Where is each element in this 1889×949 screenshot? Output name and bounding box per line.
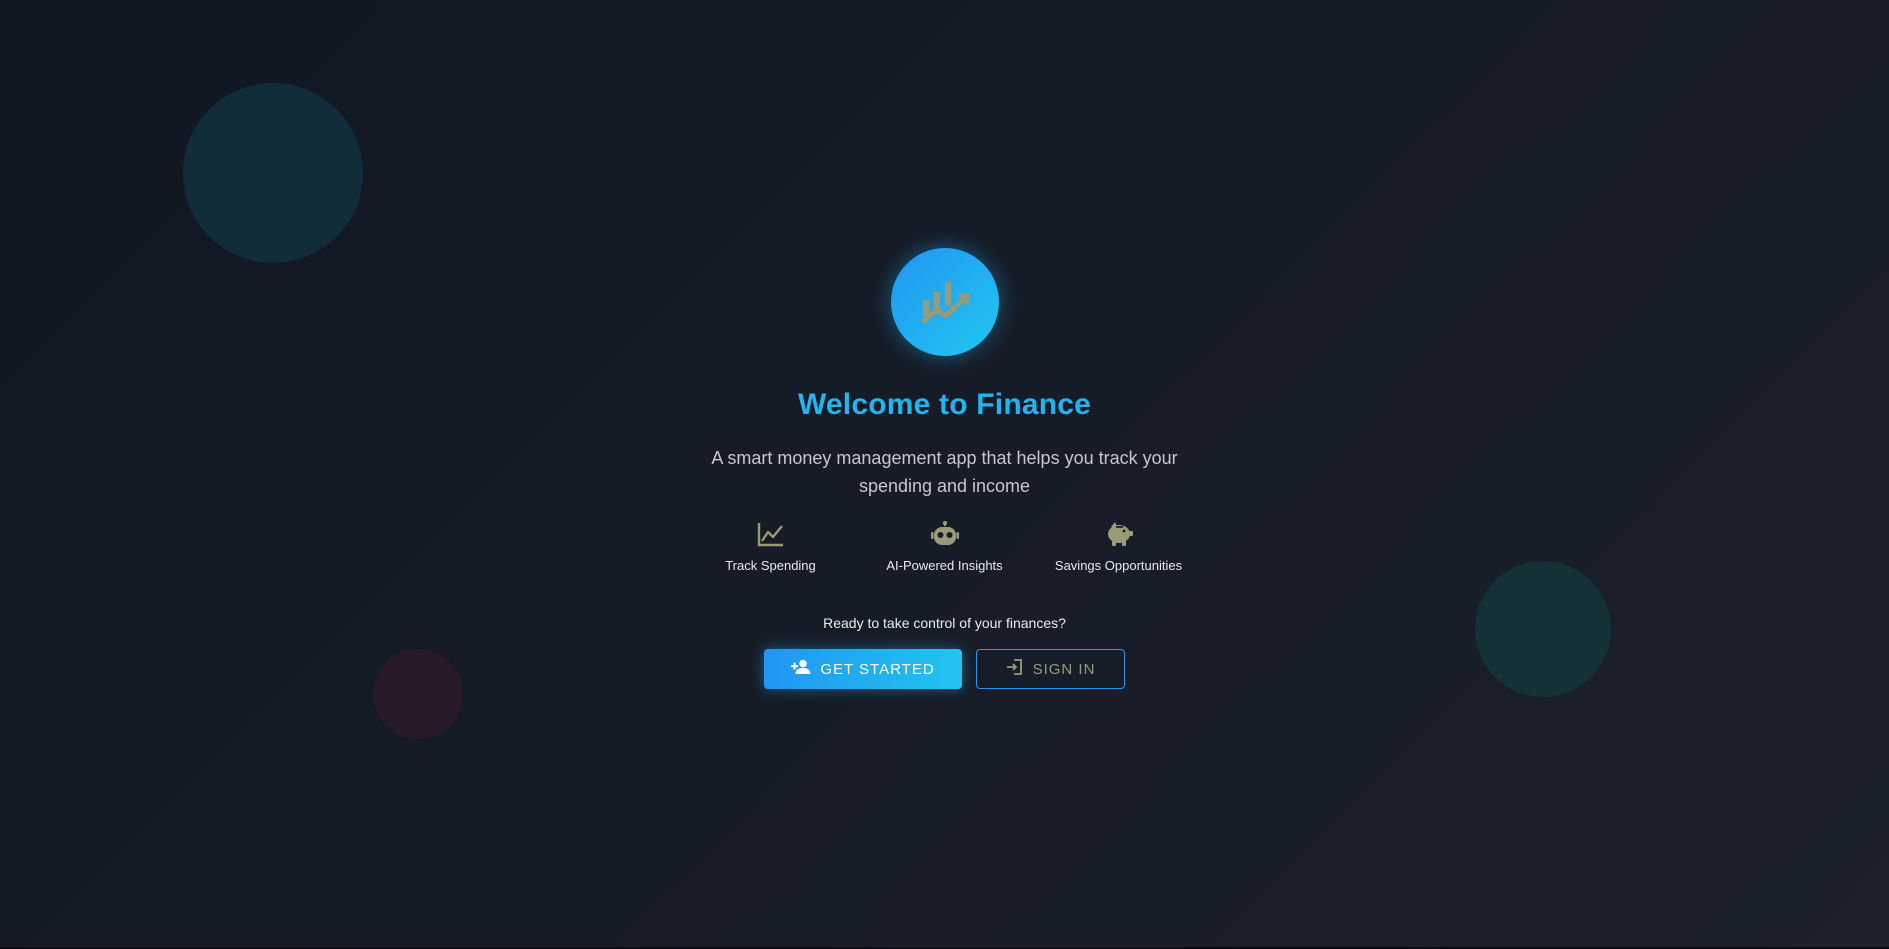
app-logo <box>890 248 999 356</box>
feature-savings: Savings Opportunities <box>1032 520 1206 573</box>
feature-ai-insights: AI-Powered Insights <box>858 520 1032 573</box>
finance-chart-logo-icon <box>920 282 969 324</box>
person-add-icon <box>791 659 811 679</box>
feature-track-spending: Track Spending <box>684 520 858 573</box>
feature-label: Track Spending <box>725 558 816 573</box>
page-subtitle: A smart money management app that helps … <box>711 448 1178 496</box>
robot-icon <box>930 520 959 548</box>
decorative-orb-teal-large <box>183 83 363 263</box>
sign-in-button[interactable]: SIGN IN <box>976 649 1125 689</box>
welcome-panel: Welcome to Finance A smart money managem… <box>0 248 1889 689</box>
feature-list: Track Spending AI-Powered Insights Savin… <box>684 520 1206 573</box>
sign-in-label: SIGN IN <box>1032 660 1096 678</box>
feature-label: AI-Powered Insights <box>886 558 1003 573</box>
piggy-bank-icon <box>1105 520 1133 548</box>
login-icon <box>1006 658 1024 680</box>
cta-prompt: Ready to take control of your finances? <box>823 615 1066 631</box>
line-chart-icon <box>757 520 785 548</box>
get-started-button[interactable]: GET STARTED <box>764 649 962 689</box>
cta-buttons: GET STARTED SIGN IN <box>764 649 1125 689</box>
page-title: Welcome to Finance <box>797 388 1092 421</box>
get-started-label: GET STARTED <box>820 660 935 678</box>
feature-label: Savings Opportunities <box>1054 558 1183 573</box>
